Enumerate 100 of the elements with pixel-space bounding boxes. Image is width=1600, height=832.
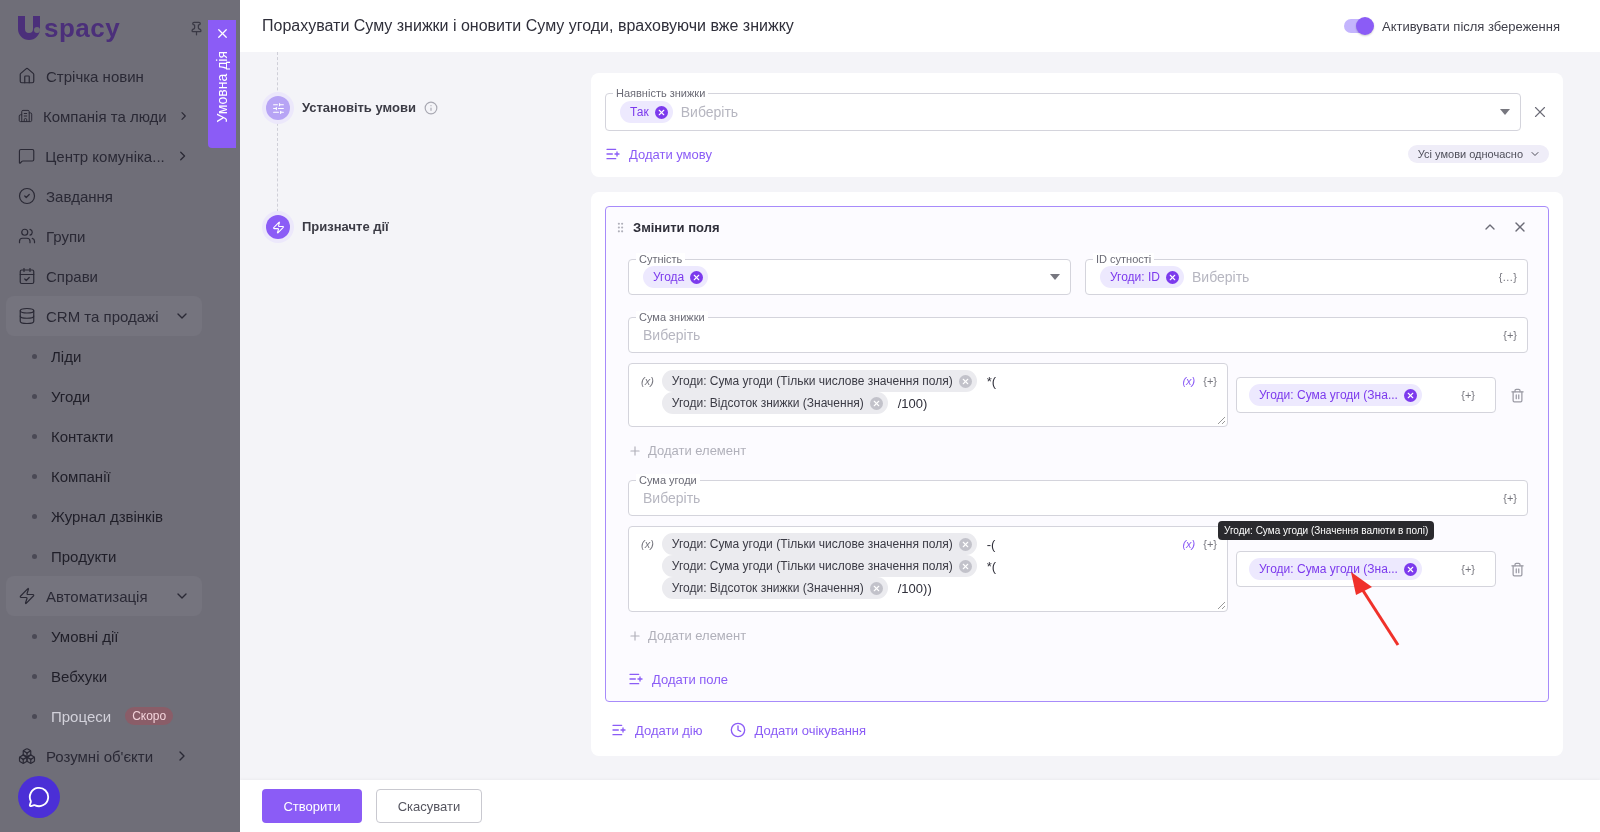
side-tab[interactable]: Умовна дія	[208, 20, 236, 148]
variable-button[interactable]: (x)	[1182, 370, 1196, 392]
value-chip[interactable]: Угоди: ID	[1100, 266, 1184, 288]
value-field[interactable]: Угоди: Сума угоди (Зна... {+}	[1236, 377, 1496, 413]
soon-badge: Скоро	[125, 707, 174, 725]
add-condition-link[interactable]: Додати умову	[605, 146, 712, 162]
formula-operator: /100)	[897, 395, 928, 411]
page-title: Порахувати Суму знижки і оновити Суму угоди, враховуючи вже знижку	[262, 17, 794, 35]
sliders-icon	[271, 101, 285, 115]
tooltip: Угоди: Сума угоди (Значення валюти в полі)	[1218, 521, 1435, 540]
nav-subitem[interactable]: Угоди	[6, 376, 202, 416]
nav-item[interactable]: CRM та продажі	[6, 296, 202, 336]
remove-chip-icon[interactable]	[690, 270, 704, 284]
trash-icon[interactable]	[1510, 387, 1525, 403]
insert-button[interactable]: {+}	[1203, 370, 1217, 392]
bullet-icon	[32, 633, 37, 639]
nav-subitem[interactable]: Продукти	[6, 536, 202, 576]
list-plus-icon	[605, 146, 621, 162]
field-label: Сума угоди	[636, 474, 700, 486]
add-wait-link[interactable]: Додати очікування	[730, 722, 867, 738]
bullet-icon	[32, 673, 37, 679]
bullet-icon	[32, 513, 37, 519]
nav-item[interactable]: Справи	[6, 256, 202, 296]
nav-subitem[interactable]: Контакти	[6, 416, 202, 456]
nav-subitem[interactable]: Ліди	[6, 336, 202, 376]
variable-chip[interactable]: Угоди: Сума угоди (Тільки числове значення поля)	[661, 533, 977, 555]
insert-button[interactable]: {+}	[1461, 389, 1475, 401]
value-field[interactable]: Угоди: Сума угоди (Зна... {+}	[1236, 551, 1496, 587]
value-chip[interactable]: Так	[620, 101, 673, 123]
value-chip[interactable]: Угода	[643, 266, 709, 288]
mode-dropdown[interactable]: Усі умови одночасно	[1407, 145, 1549, 163]
nav-item[interactable]: Розумні об'єкти	[6, 736, 202, 776]
insert-button[interactable]: {+}	[1503, 329, 1517, 341]
bullet-icon	[32, 433, 37, 439]
value-chip[interactable]: Угоди: Сума угоди (Зна...	[1249, 558, 1422, 580]
resize-handle-icon[interactable]	[1218, 417, 1225, 424]
value-chip[interactable]: Угоди: Сума угоди (Зна...	[1249, 384, 1422, 406]
variable-chip[interactable]: Угоди: Сума угоди (Тільки числове значення поля)	[661, 555, 977, 577]
insert-button[interactable]: {+}	[1461, 563, 1475, 575]
lightning-icon	[18, 587, 36, 605]
nav-item[interactable]: Стрічка новин	[6, 56, 202, 96]
users-icon	[18, 227, 36, 245]
bullet-icon	[32, 713, 37, 719]
formula-operator: /100))	[897, 580, 932, 596]
nav-item[interactable]: Компанія та люди	[6, 96, 202, 136]
nav-subitem[interactable]: Компанії	[6, 456, 202, 496]
pin-icon[interactable]	[189, 20, 204, 36]
step-label: Призначте дії	[302, 218, 389, 236]
chat-icon	[18, 147, 36, 165]
formula-field[interactable]: (x) Угоди: Сума угоди (Тільки числове значення поля) *( Угоди: Відсоток знижки (Значення) /100) (x) {+}	[628, 363, 1228, 427]
nav-subitem[interactable]: Журнал дзвінків	[6, 496, 202, 536]
nav-subitem[interactable]: Вебхуки	[6, 656, 202, 696]
variable-chip[interactable]: Угоди: Відсоток знижки (Значення)	[661, 392, 888, 414]
variable-button[interactable]: (x)	[1182, 533, 1196, 555]
bullet-icon	[32, 553, 37, 559]
nav-item[interactable]: Центр комуніка...	[6, 136, 202, 176]
activate-toggle[interactable]	[1343, 19, 1372, 33]
nav-item[interactable]: Завдання	[6, 176, 202, 216]
formula-operator: *(	[986, 373, 997, 389]
nav-item[interactable]: Автоматизація	[6, 576, 202, 616]
chat-button[interactable]	[18, 776, 60, 818]
variable-chip[interactable]: Угоди: Відсоток знижки (Значення)	[661, 577, 888, 599]
resize-handle-icon[interactable]	[1218, 602, 1225, 609]
clock-icon	[730, 722, 747, 738]
bullet-icon	[32, 393, 37, 399]
remove-chip-icon[interactable]	[1403, 562, 1417, 576]
trash-icon[interactable]	[1510, 561, 1525, 577]
field-label: ID сутності	[1093, 253, 1155, 265]
side-tab-label: Умовна дія	[214, 51, 230, 123]
formula-operator: -(	[986, 536, 996, 552]
check-circle-icon	[18, 187, 36, 205]
list-plus-icon	[611, 722, 627, 738]
bullet-icon	[32, 473, 37, 479]
calendar-icon	[18, 267, 36, 285]
nav-subitem[interactable]: Умовні дії	[6, 616, 202, 656]
remove-chip-icon[interactable]	[1403, 388, 1417, 402]
logo-text: spacy	[44, 12, 121, 44]
database-icon	[18, 307, 36, 325]
create-button[interactable]: Створити	[262, 789, 362, 823]
dropdown-caret-icon[interactable]	[1050, 274, 1060, 280]
toggle-label: Активувати після збереження	[1381, 18, 1560, 34]
cancel-button[interactable]: Скасувати	[376, 789, 482, 823]
variable-glyph: (x)	[641, 374, 654, 389]
plus-icon	[628, 443, 642, 458]
variable-chip[interactable]: Угоди: Сума угоди (Тільки числове значення поля)	[661, 370, 977, 392]
step-label: Установіть умови	[302, 99, 416, 117]
insert-button[interactable]: {+}	[1203, 533, 1217, 555]
add-action-link[interactable]: Додати дію	[611, 722, 703, 738]
building-icon	[18, 107, 33, 125]
dropdown-caret-icon[interactable]	[1500, 109, 1510, 115]
variables-button[interactable]: {…}	[1498, 271, 1517, 283]
field-label: Наявність знижки	[613, 87, 709, 99]
nav-item[interactable]: Групи	[6, 216, 202, 256]
insert-button[interactable]: {+}	[1503, 492, 1517, 504]
logo-icon	[16, 14, 42, 42]
info-icon[interactable]	[423, 101, 438, 115]
remove-chip-icon[interactable]	[1166, 270, 1179, 284]
bullet-icon	[32, 353, 37, 359]
add-field-link[interactable]: Додати поле	[628, 671, 729, 687]
remove-chip-icon[interactable]	[654, 105, 668, 119]
